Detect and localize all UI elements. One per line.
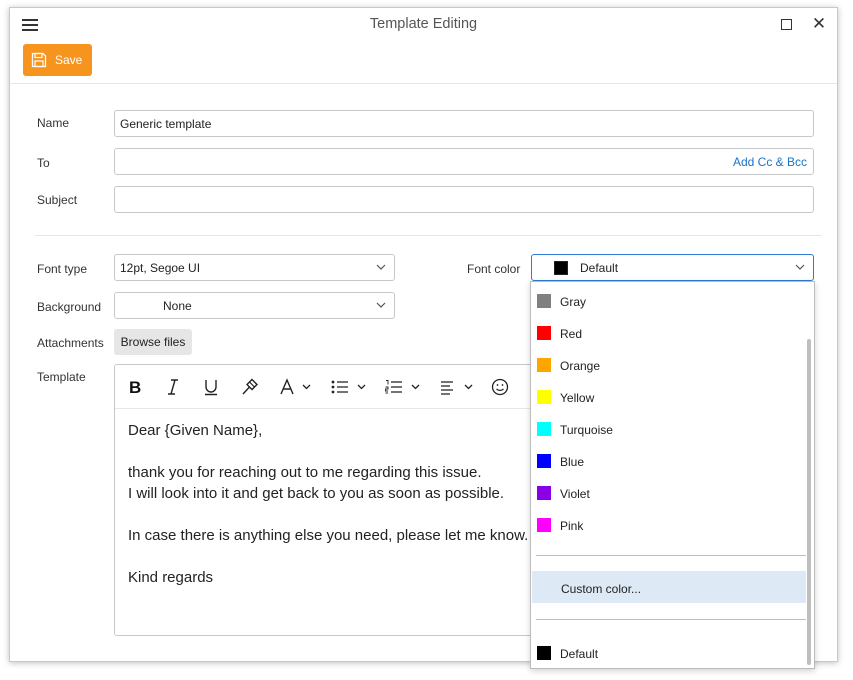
- underline-icon[interactable]: [203, 377, 219, 397]
- save-button[interactable]: Save: [23, 44, 92, 76]
- font-color-label: Font color: [467, 262, 521, 276]
- color-option-label: Orange: [560, 359, 601, 373]
- section-divider: [35, 235, 822, 236]
- chevron-down-icon: [376, 264, 386, 270]
- template-editing-window: Template Editing ✕ Save Name To Add Cc &…: [9, 7, 838, 669]
- color-option-gray[interactable]: Gray: [531, 284, 806, 316]
- color-option-label: Violet: [560, 487, 590, 501]
- color-option-label: Pink: [560, 519, 584, 533]
- chevron-down-icon: [795, 264, 805, 270]
- custom-color-label: Custom color...: [561, 582, 642, 596]
- name-input[interactable]: [114, 110, 814, 137]
- font-color-dropdown: Gray Red Orange Yellow Turquoise Blue Vi…: [530, 281, 815, 669]
- font-type-value: 12pt, Segoe UI: [120, 261, 201, 275]
- custom-color-option[interactable]: Custom color...: [532, 571, 806, 603]
- maximize-icon[interactable]: [776, 14, 796, 34]
- numbered-list-icon[interactable]: [384, 377, 422, 397]
- format-painter-icon[interactable]: [241, 377, 259, 397]
- font-color-value: Default: [580, 261, 619, 275]
- color-option-label: Blue: [560, 455, 585, 469]
- background-label: Background: [37, 300, 102, 314]
- color-swatch: [537, 390, 551, 404]
- italic-icon[interactable]: [166, 377, 180, 397]
- color-option-orange[interactable]: Orange: [531, 348, 806, 380]
- attachments-label: Attachments: [37, 336, 104, 350]
- dropdown-scrollbar[interactable]: [807, 339, 811, 665]
- save-label: Save: [55, 53, 83, 67]
- save-icon: [31, 52, 47, 68]
- color-swatch: [537, 454, 551, 468]
- color-option-default[interactable]: Default: [531, 636, 806, 668]
- color-option-violet[interactable]: Violet: [531, 476, 806, 508]
- name-label: Name: [37, 116, 70, 130]
- color-option-turquoise[interactable]: Turquoise: [531, 412, 806, 444]
- color-option-label: Gray: [560, 295, 587, 309]
- subject-label: Subject: [37, 193, 78, 207]
- background-select[interactable]: None: [114, 292, 395, 319]
- color-swatch: [537, 294, 551, 308]
- color-option-pink[interactable]: Pink: [531, 508, 806, 540]
- align-icon[interactable]: [439, 377, 477, 397]
- template-label: Template: [37, 370, 86, 384]
- font-type-label: Font type: [37, 262, 88, 276]
- background-value: None: [163, 299, 192, 313]
- color-option-blue[interactable]: Blue: [531, 444, 806, 476]
- bold-icon[interactable]: B: [128, 377, 144, 397]
- color-swatch: [537, 486, 551, 500]
- window-title: Template Editing: [369, 16, 478, 32]
- font-color-select[interactable]: Default: [531, 254, 814, 281]
- color-swatch: [537, 358, 551, 372]
- font-color-swatch: [554, 261, 568, 275]
- color-swatch: [537, 422, 551, 436]
- toolbar-divider: [10, 83, 837, 84]
- color-swatch: [537, 518, 551, 532]
- subject-input[interactable]: [114, 186, 814, 213]
- color-swatch: [537, 646, 551, 660]
- to-label: To: [37, 156, 50, 170]
- close-icon[interactable]: ✕: [809, 14, 829, 34]
- bulleted-list-icon[interactable]: [330, 377, 368, 397]
- add-cc-bcc-link[interactable]: Add Cc & Bcc: [733, 155, 807, 169]
- color-option-yellow[interactable]: Yellow: [531, 380, 806, 412]
- color-option-red[interactable]: Red: [531, 316, 806, 348]
- title-bar: Template Editing ✕: [10, 8, 837, 40]
- browse-files-button[interactable]: Browse files: [114, 329, 192, 355]
- to-field[interactable]: Add Cc & Bcc: [114, 148, 814, 175]
- color-swatch: [537, 326, 551, 340]
- emoji-icon[interactable]: [491, 377, 509, 397]
- svg-text:B: B: [129, 378, 141, 396]
- font-type-select[interactable]: 12pt, Segoe UI: [114, 254, 395, 281]
- chevron-down-icon: [376, 302, 386, 308]
- color-option-label: Red: [560, 327, 583, 341]
- color-option-label: Yellow: [560, 391, 595, 405]
- color-option-label: Default: [560, 647, 599, 661]
- dropdown-separator: [536, 619, 806, 620]
- color-option-label: Turquoise: [560, 423, 613, 437]
- dropdown-separator: [536, 555, 806, 556]
- font-color-tool-icon[interactable]: [279, 377, 313, 397]
